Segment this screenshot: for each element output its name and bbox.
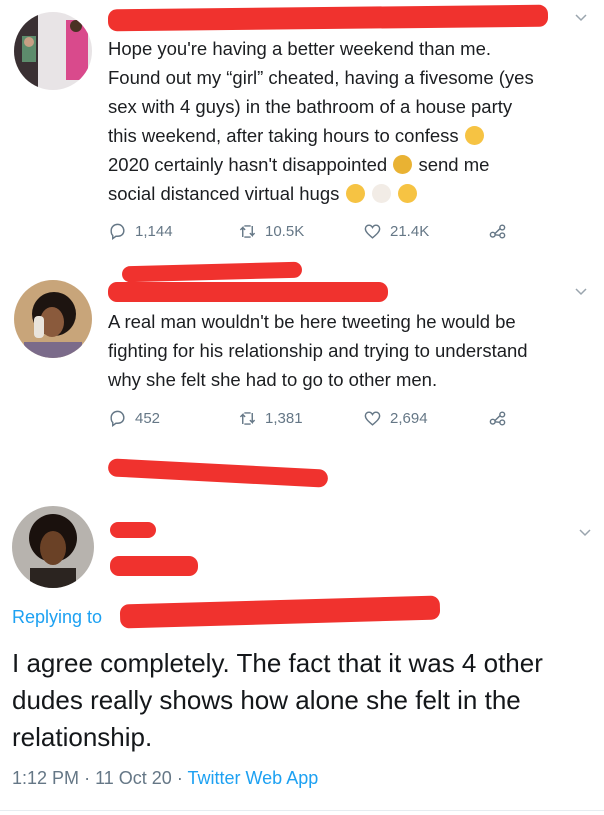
upside-down-face-icon xyxy=(397,184,417,203)
tweet-date: 11 Oct 20 xyxy=(95,768,172,788)
tweet-metadata: 1:12 PM · 11 Oct 20 · Twitter Web App xyxy=(12,768,318,789)
redacted-handle xyxy=(110,556,198,576)
reply-button[interactable]: 1,144 xyxy=(108,218,173,244)
tweet-source-link[interactable]: Twitter Web App xyxy=(188,768,319,788)
clown-face-icon xyxy=(371,184,391,203)
divider xyxy=(0,810,604,811)
reply-count: 452 xyxy=(135,409,161,427)
like-button[interactable]: 21.4K xyxy=(363,218,429,244)
tweet-2[interactable]: A real man wouldn't be here tweeting he … xyxy=(0,260,604,450)
redacted-username xyxy=(110,522,156,538)
tweet-text-line: why she felt she had to go to other men. xyxy=(108,369,438,390)
share-button[interactable] xyxy=(488,218,515,244)
like-count: 2,694 xyxy=(390,409,428,427)
replying-to: Replying to xyxy=(12,607,102,628)
tweet-text-line: sex with 4 guys) in the bathroom of a ho… xyxy=(108,96,513,117)
redacted-username xyxy=(107,4,549,32)
reply-button[interactable]: 452 xyxy=(108,405,160,431)
avatar[interactable] xyxy=(14,12,92,90)
replying-to-label: Replying to xyxy=(12,607,103,627)
retweet-count: 10.5K xyxy=(265,222,305,240)
tweet-text: A real man wouldn't be here tweeting he … xyxy=(108,307,602,394)
tweet-text-line: 2020 certainly hasn't disappointed send … xyxy=(108,150,598,179)
avatar[interactable] xyxy=(14,280,92,358)
reply-icon xyxy=(110,223,125,240)
retweet-icon xyxy=(239,224,256,238)
share-button[interactable] xyxy=(488,405,515,431)
hugging-face-icon xyxy=(345,184,365,203)
like-button[interactable]: 2,694 xyxy=(363,405,428,431)
main-tweet-text: I agree completely. The fact that it was… xyxy=(12,648,543,752)
tweet-text-line: this weekend, after taking hours to conf… xyxy=(108,121,598,150)
share-icon xyxy=(489,410,506,426)
tweet-text-line: fighting for his relationship and trying… xyxy=(108,340,528,361)
tweet-actions: 1,144 10.5K 21.4K xyxy=(108,218,568,244)
retweet-icon xyxy=(239,411,256,425)
tweet-text-segment: this weekend, after taking hours to conf… xyxy=(108,125,459,146)
main-tweet[interactable] xyxy=(0,450,604,815)
share-icon xyxy=(489,223,506,239)
heart-icon xyxy=(364,223,381,239)
hugging-face-icon xyxy=(464,126,484,145)
tweet-time: 1:12 PM xyxy=(12,768,80,788)
reply-count: 1,144 xyxy=(135,222,173,240)
chevron-down-icon[interactable] xyxy=(574,284,588,298)
tweet-text-line: Found out my “girl” cheated, having a fi… xyxy=(108,67,534,88)
tweet-text-segment: send me xyxy=(418,154,490,175)
avatar[interactable] xyxy=(12,506,94,588)
tweet-text: Hope you're having a better weekend than… xyxy=(108,34,598,208)
retweet-button[interactable]: 1,381 xyxy=(238,405,303,431)
redacted-username xyxy=(108,282,388,302)
heart-icon xyxy=(364,410,381,426)
retweet-button[interactable]: 10.5K xyxy=(238,218,304,244)
tweet-text-line: social distanced virtual hugs xyxy=(108,179,598,208)
tweet-text-segment: social distanced virtual hugs xyxy=(108,183,340,204)
rolling-laughing-icon xyxy=(393,155,413,174)
tweet-1[interactable]: Hope you're having a better weekend than… xyxy=(0,0,604,260)
separator: · xyxy=(176,768,183,788)
like-count: 21.4K xyxy=(390,222,430,240)
tweet-text-line: A real man wouldn't be here tweeting he … xyxy=(108,311,516,332)
tweet-text-line: Hope you're having a better weekend than… xyxy=(108,38,492,59)
redacted-username xyxy=(107,458,329,488)
redacted-username xyxy=(121,261,303,283)
reply-icon xyxy=(110,410,125,427)
chevron-down-icon[interactable] xyxy=(578,525,592,539)
chevron-down-icon[interactable] xyxy=(574,10,588,24)
separator: · xyxy=(84,768,91,788)
tweet-actions: 452 1,381 2,694 xyxy=(108,405,568,431)
retweet-count: 1,381 xyxy=(265,409,303,427)
tweet-text-segment: 2020 certainly hasn't disappointed xyxy=(108,154,388,175)
